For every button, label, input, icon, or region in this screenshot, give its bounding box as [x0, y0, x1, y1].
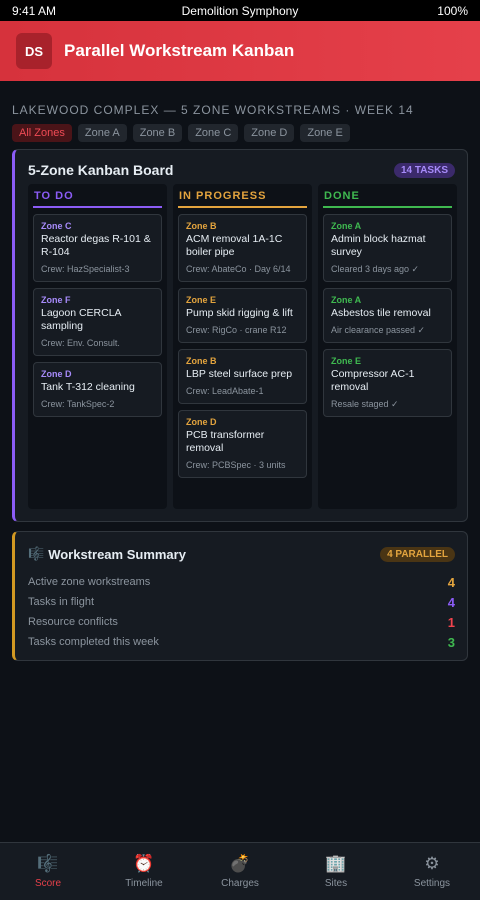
status-bar: 9:41 AM Demolition Symphony 100%: [0, 0, 480, 21]
task-zone-label: Zone B: [186, 221, 217, 231]
tab-label: Sites: [324, 878, 348, 889]
task-card[interactable]: Zone B LBP steel surface prep Crew: LeadAb…: [178, 349, 307, 404]
task-zone-label: Zone A: [331, 295, 362, 305]
task-meta: Crew: Env. Consult.: [41, 338, 120, 348]
stat-label: Resource conflicts: [28, 616, 118, 628]
filter-chip-zone-e[interactable]: Zone E: [300, 124, 350, 142]
stat-value: 4: [447, 594, 455, 610]
task-card[interactable]: Zone D Tank T-312 cleaning Crew: TankSpec-…: [33, 362, 162, 417]
status-battery: 100%: [437, 3, 468, 18]
bomb-icon: 💣: [229, 854, 251, 873]
workstream-summary-card: 🎼 Workstream Summary 4 PARALLEL Active z…: [12, 531, 468, 661]
task-card[interactable]: Zone A Admin block hazmat survey Cleared 3…: [323, 214, 452, 282]
project-subtitle: Lakewood Complex — 5 Zone Workstreams · …: [12, 103, 414, 117]
filter-chip-zone-b[interactable]: Zone B: [132, 124, 183, 142]
task-card[interactable]: Zone D PCB transformer removal Crew: PCBSp…: [178, 410, 307, 478]
task-meta: Crew: AbateCo · Day 6/14: [186, 264, 291, 274]
summary-heading: 🎼 Workstream Summary: [28, 546, 186, 562]
stat-value: 1: [447, 614, 455, 630]
task-zone-label: Zone F: [41, 295, 71, 305]
summary-stats: Active zone workstreams 4 Tasks in flight 4…: [15, 572, 467, 652]
building-icon: 🏢: [325, 854, 347, 873]
task-zone-label: Zone C: [41, 221, 72, 231]
task-meta: Crew: PCBSpec · 3 units: [186, 460, 286, 470]
tab-label: Settings: [413, 878, 451, 889]
task-card[interactable]: Zone F Lagoon CERCLA sampling Crew: Env. C…: [33, 288, 162, 356]
task-title: LBP steel surface prep: [186, 368, 293, 380]
summary-stat-row: Tasks in flight 4: [15, 592, 467, 612]
column-header: IN PROGRESS: [178, 190, 307, 208]
task-count-badge: 14 TASKS: [393, 162, 455, 178]
score-icon: 🎼: [37, 854, 59, 873]
task-title: Asbestos tile removal: [331, 307, 431, 319]
task-meta: Resale staged ✓: [331, 399, 399, 409]
task-zone-label: Zone B: [186, 356, 217, 366]
parallel-badge: 4 PARALLEL: [380, 546, 455, 562]
tab-charges[interactable]: 💣 Charges: [192, 843, 288, 900]
kanban-column: DONE Zone A Admin block hazmat survey Clear…: [318, 184, 457, 509]
page-title: Parallel Workstream Kanban: [64, 41, 295, 60]
task-title: Compressor AC-1 removal: [331, 368, 415, 393]
filter-chip-all-zones[interactable]: All Zones: [12, 124, 72, 142]
task-card[interactable]: Zone A Asbestos tile removal Air clearance…: [323, 288, 452, 343]
summary-title: Workstream Summary: [48, 546, 186, 562]
app-header: DS Parallel Workstream Kanban: [0, 21, 480, 81]
stat-label: Tasks in flight: [28, 596, 95, 608]
gear-icon: ⚙: [424, 854, 440, 873]
tab-label: Timeline: [125, 878, 163, 889]
task-zone-label: Zone E: [331, 356, 362, 366]
task-zone-label: Zone A: [331, 221, 362, 231]
kanban-columns: TO DO Zone C Reactor degas R-101 & R-104 Cr…: [15, 178, 467, 509]
stat-label: Tasks completed this week: [28, 636, 159, 648]
summary-stat-row: Tasks completed this week 3: [15, 632, 467, 652]
task-card[interactable]: Zone E Compressor AC-1 removal Resale stag…: [323, 349, 452, 417]
kanban-board-card: 5-Zone Kanban Board 14 TASKS TO DO Zone C…: [12, 149, 468, 522]
task-title: Admin block hazmat survey: [331, 233, 426, 258]
task-title: Reactor degas R-101 & R-104: [41, 233, 151, 258]
filter-chip-zone-c[interactable]: Zone C: [188, 124, 239, 142]
task-zone-label: Zone E: [186, 295, 217, 305]
task-card[interactable]: Zone C Reactor degas R-101 & R-104 Crew: H…: [33, 214, 162, 282]
task-meta: Crew: RigCo · crane R12: [186, 325, 287, 335]
tab-label: Charges: [221, 878, 259, 889]
filter-chip-zone-d[interactable]: Zone D: [244, 124, 295, 142]
filter-chip-zone-a[interactable]: Zone A: [77, 124, 127, 142]
summary-stat-row: Active zone workstreams 4: [15, 572, 467, 592]
tab-sites[interactable]: 🏢 Sites: [288, 843, 384, 900]
task-meta: Air clearance passed ✓: [331, 325, 426, 335]
task-meta: Crew: HazSpecialist-3: [41, 264, 130, 274]
tab-timeline[interactable]: ⏰ Timeline: [96, 843, 192, 900]
task-meta: Cleared 3 days ago ✓: [331, 264, 420, 274]
summary-stat-row: Resource conflicts 1: [15, 612, 467, 632]
avatar[interactable]: DS: [16, 33, 52, 69]
zone-filter-bar: All Zones Zone A Zone B Zone C Zone D Zo…: [12, 124, 468, 142]
tab-settings[interactable]: ⚙ Settings: [384, 843, 480, 900]
alarm-clock-icon: ⏰: [133, 854, 155, 873]
task-title: Lagoon CERCLA sampling: [41, 307, 121, 332]
stat-label: Active zone workstreams: [28, 576, 151, 588]
status-carrier: Demolition Symphony: [181, 3, 299, 18]
task-meta: Crew: TankSpec-2: [41, 399, 115, 409]
tab-score[interactable]: 🎼 Score: [0, 843, 96, 900]
task-card[interactable]: Zone B ACM removal 1A-1C boiler pipe Crew:…: [178, 214, 307, 282]
task-card[interactable]: Zone E Pump skid rigging & lift Crew: RigC…: [178, 288, 307, 343]
task-zone-label: Zone D: [41, 369, 72, 379]
task-title: ACM removal 1A-1C boiler pipe: [186, 233, 283, 258]
task-zone-label: Zone D: [186, 417, 217, 427]
tab-label: Score: [34, 878, 62, 889]
task-title: Pump skid rigging & lift: [186, 307, 293, 319]
task-meta: Crew: LeadAbate-1: [186, 386, 264, 396]
task-title: PCB transformer removal: [186, 429, 265, 454]
stat-value: 3: [447, 634, 455, 650]
kanban-column: IN PROGRESS Zone B ACM removal 1A-1C boile…: [173, 184, 312, 509]
task-title: Tank T-312 cleaning: [41, 381, 135, 393]
stat-value: 4: [447, 574, 455, 590]
bottom-tab-bar: 🎼 Score ⏰ Timeline 💣 Charges 🏢 Sites ⚙ Settings: [0, 842, 480, 900]
board-title: 5-Zone Kanban Board: [28, 162, 174, 178]
status-time: 9:41 AM: [12, 3, 57, 18]
kanban-column: TO DO Zone C Reactor degas R-101 & R-104 Cr…: [28, 184, 167, 509]
column-header: DONE: [323, 190, 452, 208]
column-header: TO DO: [33, 190, 162, 208]
score-icon: 🎼: [28, 546, 45, 561]
